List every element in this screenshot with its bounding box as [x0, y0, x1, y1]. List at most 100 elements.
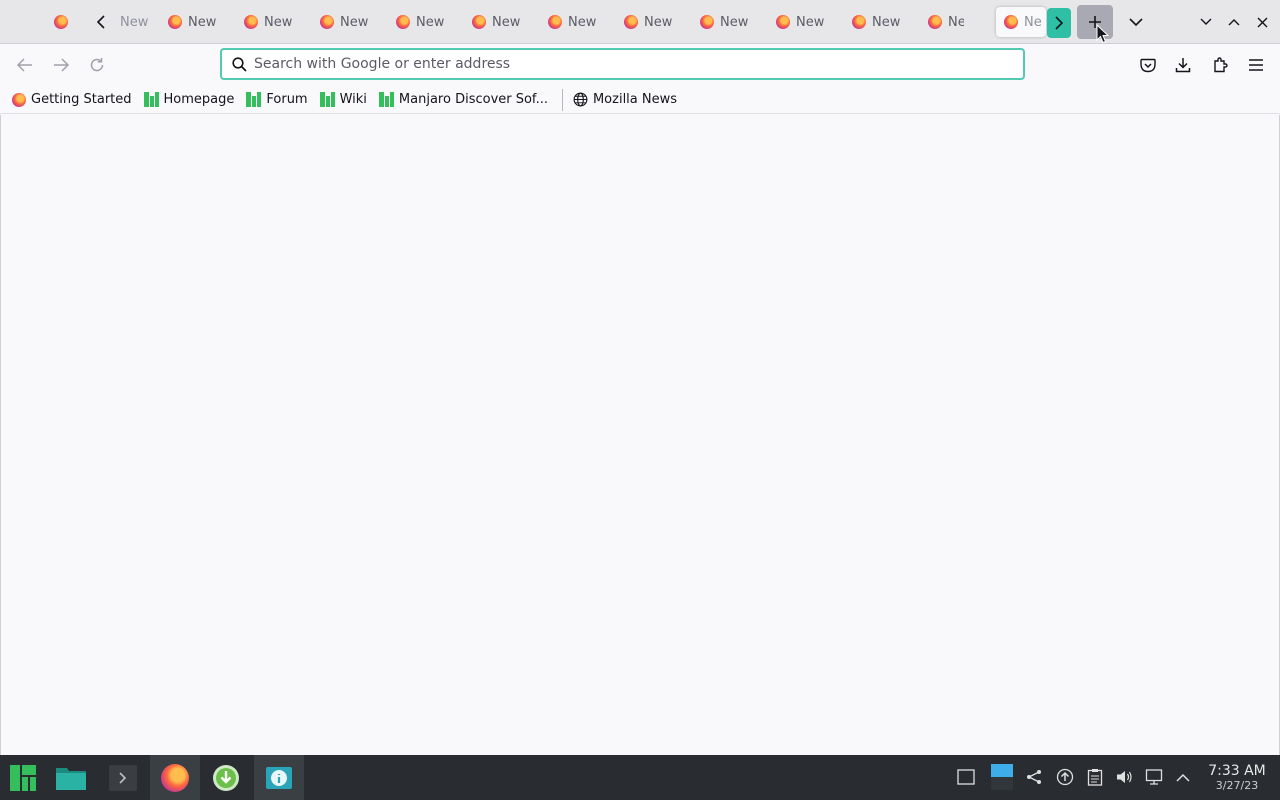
window-icon	[957, 769, 975, 785]
chevron-right-icon	[1055, 16, 1064, 30]
address-bar[interactable]	[220, 48, 1025, 80]
scroll-tabs-left-button[interactable]	[88, 7, 114, 37]
tab-label: New	[872, 14, 901, 30]
tab[interactable]: New	[464, 7, 540, 37]
arrow-right-icon	[54, 58, 69, 72]
taskbar-system-info[interactable]	[254, 755, 304, 800]
tab[interactable]: New	[768, 7, 844, 37]
bookmark-getting-started[interactable]: Getting Started	[12, 88, 138, 112]
tray-network[interactable]	[1144, 767, 1164, 787]
close-window-button[interactable]	[1250, 8, 1274, 36]
close-icon	[1257, 17, 1267, 27]
tab-strip: New New New New New New New New New New …	[0, 0, 1280, 44]
hamburger-menu-icon	[1249, 59, 1263, 71]
taskbar-terminal[interactable]	[102, 755, 144, 800]
arrow-left-icon	[17, 58, 32, 72]
upload-icon	[1056, 768, 1074, 786]
taskbar-file-manager[interactable]	[50, 755, 92, 800]
app-menu-button[interactable]	[1241, 50, 1271, 80]
pager-icon	[991, 764, 1013, 790]
tab-label: New	[416, 14, 445, 30]
tab-label: Ne	[1024, 14, 1042, 30]
firefox-icon	[776, 15, 790, 29]
taskbar-firefox[interactable]	[150, 755, 200, 800]
tab[interactable]: New	[312, 7, 388, 37]
tab[interactable]: New	[540, 7, 616, 37]
forward-button[interactable]	[46, 50, 76, 80]
tray-updates[interactable]	[1055, 767, 1075, 787]
chevron-down-icon	[1129, 18, 1143, 27]
search-input[interactable]	[254, 56, 1023, 72]
tab[interactable]: New	[920, 7, 964, 37]
tray-volume[interactable]	[1114, 767, 1134, 787]
bookmark-wiki[interactable]: Wiki	[319, 88, 373, 112]
bookmarks-toolbar: Getting Started Homepage Forum Wiki Manj…	[0, 86, 1280, 114]
tab[interactable]: New	[120, 7, 160, 37]
tab[interactable]: New	[844, 7, 920, 37]
extensions-button[interactable]	[1205, 50, 1235, 80]
tab[interactable]: New	[692, 7, 768, 37]
reload-icon	[90, 58, 104, 72]
scroll-tabs-right-button[interactable]	[1047, 8, 1071, 38]
tab-list: New New New New New New New New New New …	[120, 7, 1046, 37]
firefox-icon	[1004, 15, 1018, 29]
bookmark-label: Forum	[266, 92, 308, 107]
minimize-button[interactable]	[1194, 8, 1218, 36]
firefox-icon	[168, 15, 182, 29]
pocket-button[interactable]	[1133, 50, 1163, 80]
search-icon	[224, 56, 254, 72]
tray-expand-button[interactable]	[1173, 767, 1193, 787]
info-icon	[266, 766, 292, 789]
back-button[interactable]	[10, 50, 40, 80]
list-all-tabs-button[interactable]	[1122, 8, 1150, 36]
digital-clock[interactable]: 7:33 AM 3/27/23	[1198, 763, 1276, 792]
page-content[interactable]	[0, 115, 1280, 755]
tab-label: New	[796, 14, 825, 30]
pinned-tab[interactable]	[44, 7, 78, 37]
tray-show-desktop[interactable]	[956, 767, 976, 787]
chevron-up-icon	[1228, 19, 1240, 26]
network-share-icon	[1027, 770, 1041, 784]
reload-button[interactable]	[82, 50, 112, 80]
mouse-cursor-icon	[1096, 24, 1110, 44]
tray-kde-connect[interactable]	[1024, 767, 1044, 787]
globe-icon	[573, 92, 588, 107]
application-launcher[interactable]	[4, 755, 42, 800]
manjaro-icon	[143, 92, 159, 107]
firefox-icon	[852, 15, 866, 29]
chevron-up-icon	[1176, 773, 1190, 782]
bookmark-label: Homepage	[163, 92, 235, 107]
firefox-icon	[244, 15, 258, 29]
download-icon	[1175, 58, 1191, 73]
manjaro-icon	[378, 92, 394, 107]
bookmark-mozilla-news[interactable]: Mozilla News	[573, 88, 683, 112]
taskbar-software-updater[interactable]	[203, 755, 249, 800]
tab[interactable]: New	[236, 7, 312, 37]
firefox-icon	[161, 763, 189, 792]
taskbar: 7:33 AM 3/27/23	[0, 755, 1280, 800]
firefox-icon	[54, 15, 68, 29]
terminal-icon	[109, 764, 137, 791]
bookmark-forum[interactable]: Forum	[246, 88, 313, 112]
tray-virtual-desktop-pager[interactable]	[990, 763, 1014, 791]
bookmark-label: Manjaro Discover Sof...	[398, 92, 548, 107]
tab[interactable]: New	[388, 7, 464, 37]
firefox-icon	[12, 92, 26, 107]
bookmark-manjaro-discover[interactable]: Manjaro Discover Sof...	[378, 88, 554, 112]
bookmark-homepage[interactable]: Homepage	[143, 88, 241, 112]
tab[interactable]: New	[160, 7, 236, 37]
downloads-button[interactable]	[1168, 50, 1198, 80]
tab-label: New	[188, 14, 217, 30]
bookmark-label: Getting Started	[31, 92, 132, 107]
tab-label: New	[568, 14, 597, 30]
clock-date: 3/27/23	[1215, 779, 1259, 792]
tab-active[interactable]: Ne	[996, 7, 1046, 37]
clipboard-icon	[1087, 769, 1103, 786]
tab-label: New	[644, 14, 673, 30]
tab-label: New	[948, 14, 964, 30]
pocket-icon	[1140, 58, 1156, 72]
tab[interactable]: New	[616, 7, 692, 37]
maximize-button[interactable]	[1222, 8, 1246, 36]
tray-clipboard[interactable]	[1085, 767, 1105, 787]
manjaro-icon	[246, 92, 262, 107]
